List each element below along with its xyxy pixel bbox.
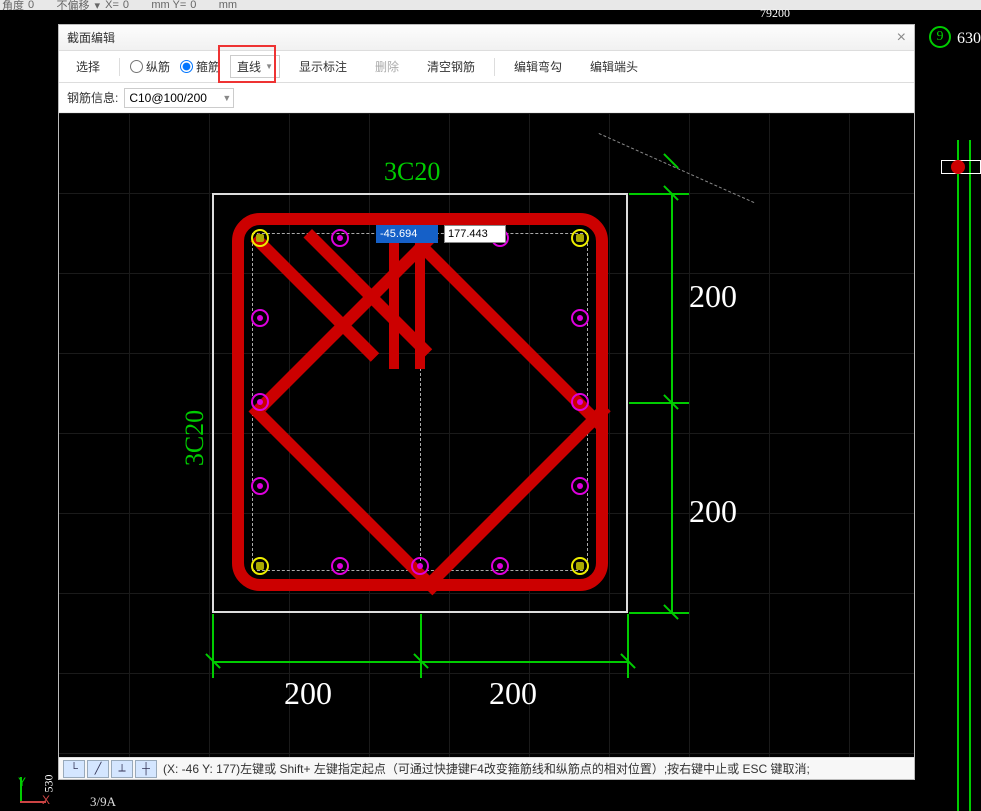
dialog-status-bar: └ ╱ ⟂ ┼ (X: -46 Y: 177)左键或 Shift+ 左键指定起点… <box>59 757 914 779</box>
outer-toolbar: 角度 0 不偏移 ▾ X= 0 mm Y= 0 mm <box>0 0 981 10</box>
edit-hook-button[interactable]: 编辑弯勾 <box>505 55 571 78</box>
mm-label: mm <box>219 0 237 10</box>
rebar-side[interactable] <box>571 477 589 495</box>
dim-ext <box>629 193 689 195</box>
x-label: X= <box>105 0 119 10</box>
grid-bubble-9: 9 <box>929 26 951 48</box>
bg-num-630: 630 <box>957 30 981 48</box>
rebar-side[interactable] <box>491 557 509 575</box>
rebar-side[interactable] <box>331 229 349 247</box>
red-stirrup-line <box>415 229 425 369</box>
dim-right-1: 200 <box>689 278 737 315</box>
dim-ext <box>212 614 214 678</box>
dialog-titlebar[interactable]: 截面编辑 × <box>59 25 914 51</box>
snap-cross-icon[interactable]: ┼ <box>135 760 157 778</box>
y-label: mm Y= <box>151 0 186 10</box>
chevron-down-icon[interactable]: ▼ <box>222 93 231 103</box>
bg-num-79200: 79200 <box>760 6 790 21</box>
bg-side-530: 530 <box>42 775 57 793</box>
y-val: 0 <box>190 0 196 10</box>
edit-end-button[interactable]: 编辑端头 <box>581 55 647 78</box>
left-rebar-label: 3C20 <box>180 410 210 466</box>
radio-stirrup[interactable]: 箍筋 <box>180 58 220 75</box>
rebar-info-input[interactable] <box>124 88 234 108</box>
rebar-corner[interactable] <box>571 229 589 247</box>
showlabel-button[interactable]: 显示标注 <box>290 55 356 78</box>
bg-right-strip <box>941 140 981 811</box>
coord-input-group <box>376 225 506 243</box>
coord-y-input[interactable] <box>444 225 506 243</box>
chevron-down-icon: ▼ <box>265 62 273 71</box>
dim-bottom-1: 200 <box>284 675 332 712</box>
dialog-toolbar: 选择 纵筋 箍筋 直线 ▼ 显示标注 删除 清空钢筋 编辑弯勾 编辑端头 <box>59 51 914 83</box>
x-val: 0 <box>123 0 129 10</box>
rebar-info-bar: 钢筋信息: ▼ <box>59 83 914 113</box>
dim-right-2: 200 <box>689 493 737 530</box>
offset-label: 不偏移 <box>56 0 89 10</box>
dim-bottom-2: 200 <box>489 675 537 712</box>
snap-perp-icon[interactable]: ⟂ <box>111 760 133 778</box>
rebar-corner[interactable] <box>251 557 269 575</box>
dim-ext <box>627 614 629 678</box>
dim-ext <box>629 612 689 614</box>
radio-longitudinal[interactable]: 纵筋 <box>130 58 170 75</box>
snap-line-icon[interactable]: ╱ <box>87 760 109 778</box>
red-stirrup-line <box>389 229 399 369</box>
dialog-close-button[interactable]: × <box>897 29 906 47</box>
rebar-info-label: 钢筋信息: <box>67 89 118 106</box>
rebar-side[interactable] <box>331 557 349 575</box>
status-text: (X: -46 Y: 177)左键或 Shift+ 左键指定起点（可通过快捷键F… <box>163 760 810 777</box>
delete-button[interactable]: 删除 <box>366 55 408 78</box>
rebar-side[interactable] <box>251 477 269 495</box>
select-button[interactable]: 选择 <box>67 55 109 78</box>
rebar-corner[interactable] <box>251 229 269 247</box>
rebar-corner[interactable] <box>571 557 589 575</box>
bg-side-390a: 3/9A <box>90 794 116 810</box>
dim-ext <box>420 614 422 678</box>
rebar-side[interactable] <box>571 393 589 411</box>
rebar-side[interactable] <box>251 309 269 327</box>
rebar-side[interactable] <box>251 393 269 411</box>
section-canvas[interactable]: 3C20 3C20 <box>59 113 914 757</box>
angle-label: 角度 <box>2 0 24 10</box>
dialog-title-text: 截面编辑 <box>67 29 115 46</box>
rebar-side[interactable] <box>571 309 589 327</box>
clear-rebar-button[interactable]: 清空钢筋 <box>418 55 484 78</box>
coord-x-input[interactable] <box>376 225 438 243</box>
snap-endpoint-icon[interactable]: └ <box>63 760 85 778</box>
angle-val: 0 <box>28 0 34 10</box>
top-rebar-label: 3C20 <box>384 157 440 187</box>
line-dropdown-button[interactable]: 直线 ▼ <box>230 55 280 78</box>
rebar-side[interactable] <box>411 557 429 575</box>
section-edit-dialog: 截面编辑 × 选择 纵筋 箍筋 直线 ▼ 显示标注 删除 清空钢筋 编辑弯勾 编… <box>58 24 915 780</box>
dim-ext <box>629 402 689 404</box>
